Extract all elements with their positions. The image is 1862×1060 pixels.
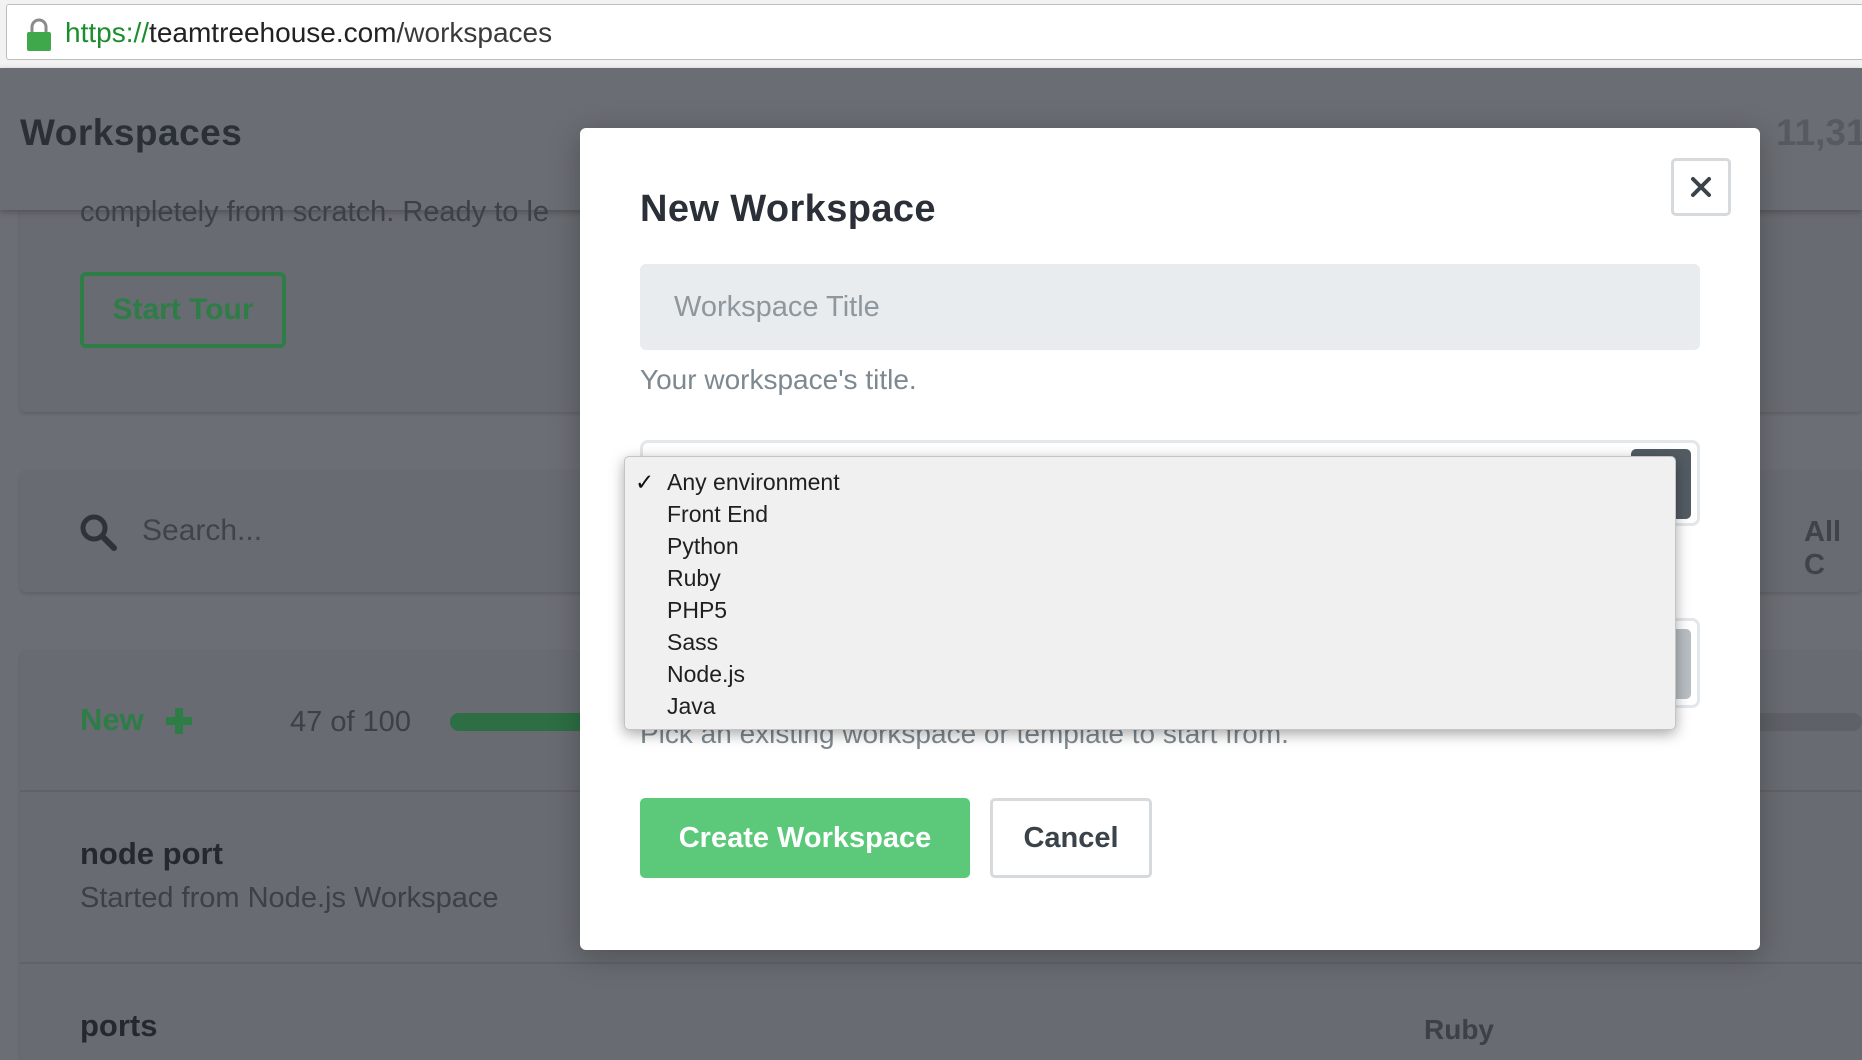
dropdown-option[interactable]: Sass xyxy=(625,626,1675,658)
title-help-text: Your workspace's title. xyxy=(640,364,917,395)
address-bar[interactable]: https://teamtreehouse.com/workspaces xyxy=(6,4,1862,60)
dropdown-option-label: PHP5 xyxy=(667,597,728,623)
plus-icon[interactable] xyxy=(164,706,194,736)
dropdown-option[interactable]: Python xyxy=(625,530,1675,562)
dropdown-option[interactable]: ✓ Any environment xyxy=(625,466,1675,498)
url-text: https://teamtreehouse.com/workspaces xyxy=(65,17,552,49)
screen: https://teamtreehouse.com/workspaces Wor… xyxy=(0,0,1862,1060)
intro-text: completely from scratch. Ready to le xyxy=(80,196,550,228)
workspace-count: 11,318 xyxy=(1776,112,1862,153)
url-path: /workspaces xyxy=(396,17,553,48)
dropdown-option-label: Python xyxy=(667,533,739,559)
page-title: Workspaces xyxy=(20,112,243,153)
checkmark-icon: ✓ xyxy=(635,469,655,495)
dropdown-option[interactable]: Front End xyxy=(625,498,1675,530)
modal-title: New Workspace xyxy=(640,188,936,230)
search-input[interactable]: Search... xyxy=(142,514,262,548)
workspace-name[interactable]: node port xyxy=(80,836,223,872)
url-scheme: https:// xyxy=(65,17,150,48)
dropdown-option-label: Front End xyxy=(667,501,768,527)
dropdown-option[interactable]: PHP5 xyxy=(625,594,1675,626)
create-workspace-button[interactable]: Create Workspace xyxy=(640,798,970,878)
close-button[interactable] xyxy=(1671,158,1731,216)
url-host: teamtreehouse.com xyxy=(149,17,397,48)
dropdown-option[interactable]: Java xyxy=(625,690,1675,722)
dropdown-option-label: Node.js xyxy=(667,661,745,687)
dropdown-option-label: Sass xyxy=(667,629,719,655)
workspace-name[interactable]: ports xyxy=(80,1008,158,1044)
dropdown-option-label: Java xyxy=(667,693,716,719)
close-icon xyxy=(1691,177,1711,197)
lock-icon xyxy=(27,18,51,51)
row-divider xyxy=(20,962,1862,964)
workspace-subtitle: Started from Node.js Workspace xyxy=(80,882,499,914)
search-icon xyxy=(80,514,117,551)
cancel-button[interactable]: Cancel xyxy=(990,798,1152,878)
environment-dropdown-list: ✓ Any environment Front End Python Ruby P… xyxy=(624,456,1676,730)
start-tour-button[interactable]: Start Tour xyxy=(80,272,286,348)
dropdown-option[interactable]: Node.js xyxy=(625,658,1675,690)
filter-dropdown[interactable]: All C xyxy=(1804,516,1862,582)
dropdown-option-label: Ruby xyxy=(667,565,721,591)
workspace-environment: Ruby xyxy=(1424,1014,1494,1045)
new-workspace-link[interactable]: New xyxy=(80,702,144,738)
workspace-usage-text: 47 of 100 xyxy=(290,706,411,738)
dropdown-option-label: Any environment xyxy=(667,469,840,495)
dropdown-option[interactable]: Ruby xyxy=(625,562,1675,594)
browser-toolbar: https://teamtreehouse.com/workspaces xyxy=(0,0,1862,69)
workspace-title-input[interactable] xyxy=(640,264,1700,350)
